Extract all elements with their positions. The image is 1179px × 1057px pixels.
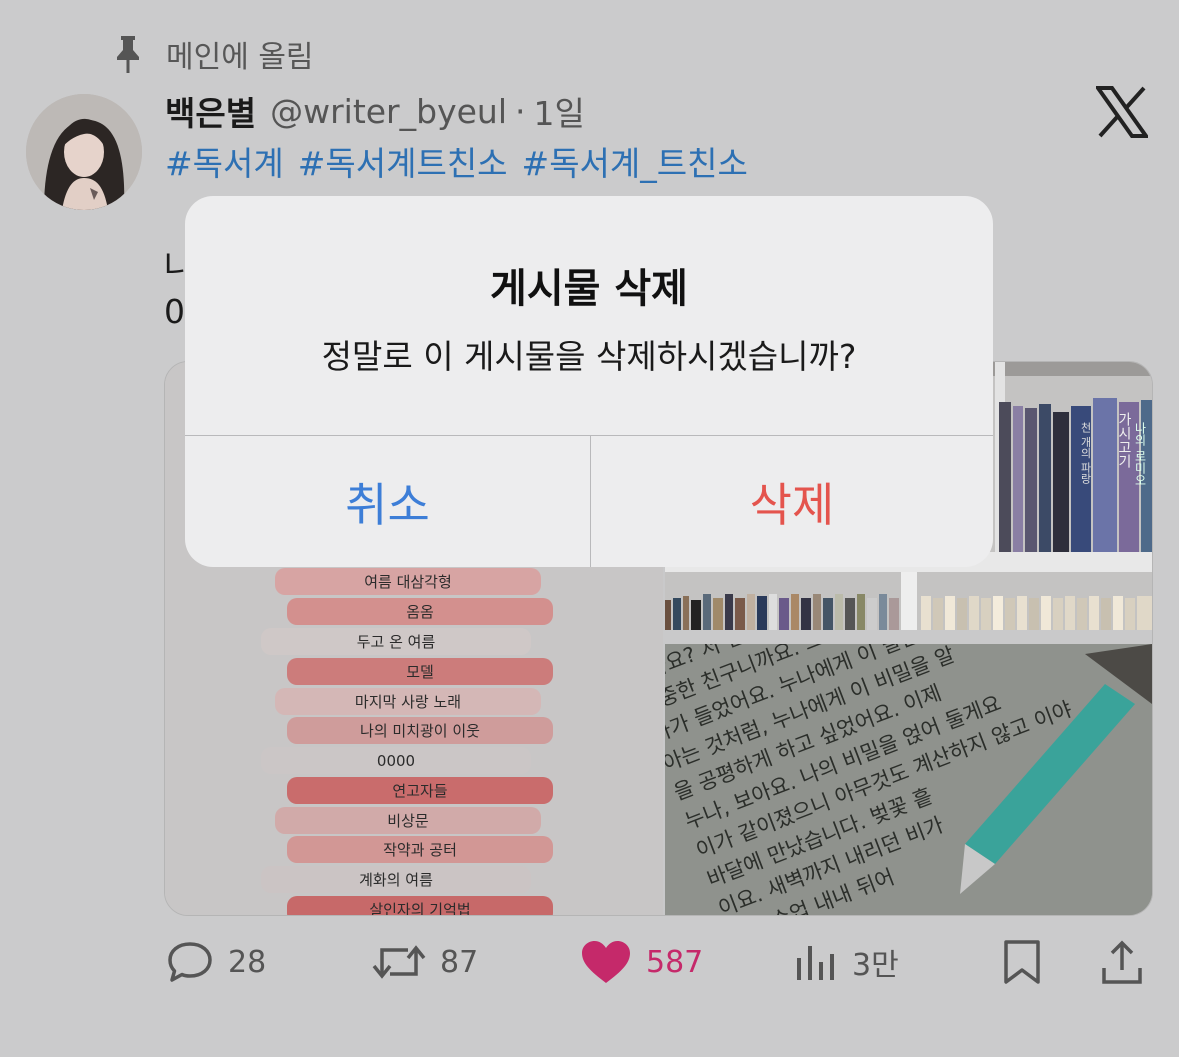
like-button[interactable]: 587 <box>580 930 703 994</box>
post-header: 백은별 @writer_byeul · 1일 <box>165 84 585 138</box>
display-name[interactable]: 백은별 <box>165 87 256 135</box>
booklist-item: 연고자들 <box>287 777 553 804</box>
repost-button[interactable]: 87 <box>372 930 478 994</box>
reply-button[interactable]: 28 <box>166 930 266 994</box>
views-button[interactable]: 3만 <box>794 930 899 994</box>
bookmark-icon <box>1004 940 1040 984</box>
booklist-item: 나의 미치광이 이웃 <box>287 717 553 744</box>
hashtag-row: #독서계 #독서계트친소 #독서계_트친소 <box>165 136 762 186</box>
repost-count: 87 <box>440 944 479 980</box>
booklist-item: 옴옴 <box>287 598 553 625</box>
like-count: 587 <box>646 944 704 980</box>
delete-confirm-dialog: 게시물 삭제 정말로 이 게시물을 삭제하시겠습니까? 취소 삭제 <box>185 196 993 567</box>
pinned-label: 메인에 올림 <box>166 40 314 75</box>
booklist-item: 0000 <box>261 747 531 774</box>
pinned-indicator: 메인에 올림 <box>112 30 314 78</box>
post-time[interactable]: 1일 <box>534 87 585 135</box>
avatar-image <box>26 94 142 210</box>
hashtag-link[interactable]: #독서계 <box>165 137 284 185</box>
booklist-item: 마지막 사랑 노래 <box>275 688 541 715</box>
x-logo-icon <box>1096 86 1148 138</box>
booklist-item: 살인자의 기억법 <box>287 896 553 915</box>
delete-button[interactable]: 삭제 <box>591 436 993 567</box>
reply-icon <box>168 942 212 982</box>
hashtag-link[interactable]: #독서계_트친소 <box>522 137 748 185</box>
bookmark-button[interactable] <box>1000 930 1044 994</box>
hashtag-link[interactable]: #독서계트친소 <box>298 137 508 185</box>
heart-icon <box>582 941 630 983</box>
book-spine-title: 나의 로미오 <box>1133 422 1147 486</box>
pin-icon <box>117 36 139 73</box>
views-icon <box>797 946 834 980</box>
repost-icon <box>372 945 426 979</box>
booklist-item: 작약과 공터 <box>287 836 553 863</box>
action-bar: 28 87 587 3만 <box>0 930 1179 994</box>
share-button[interactable] <box>1100 930 1144 994</box>
share-icon <box>1102 940 1142 984</box>
dialog-message: 정말로 이 게시물을 삭제하시겠습니까? <box>321 337 857 376</box>
book-spine-title: 천 개의 파랑 <box>1079 422 1092 484</box>
booklist-item: 여름 대삼각형 <box>275 568 541 595</box>
booklist-item: 두고 온 여름 <box>261 628 531 655</box>
post-body-line: 0 <box>164 292 185 331</box>
reply-count: 28 <box>228 944 267 980</box>
dialog-title: 게시물 삭제 <box>490 266 688 312</box>
meta-separator: · <box>515 91 526 131</box>
cancel-button[interactable]: 취소 <box>185 436 590 567</box>
media-image-book-page[interactable]: 왔나요? 저 친구니까 친 소중한 친구니까요. 그리고 내가 나가 들었어요.… <box>665 644 1152 915</box>
views-count: 3만 <box>852 948 899 983</box>
booklist-item: 비상문 <box>275 807 541 834</box>
booklist-item: 모델 <box>287 658 553 685</box>
avatar[interactable] <box>26 94 142 210</box>
booklist-item: 계화의 여름 <box>261 866 531 893</box>
user-handle[interactable]: @writer_byeul <box>270 92 507 131</box>
